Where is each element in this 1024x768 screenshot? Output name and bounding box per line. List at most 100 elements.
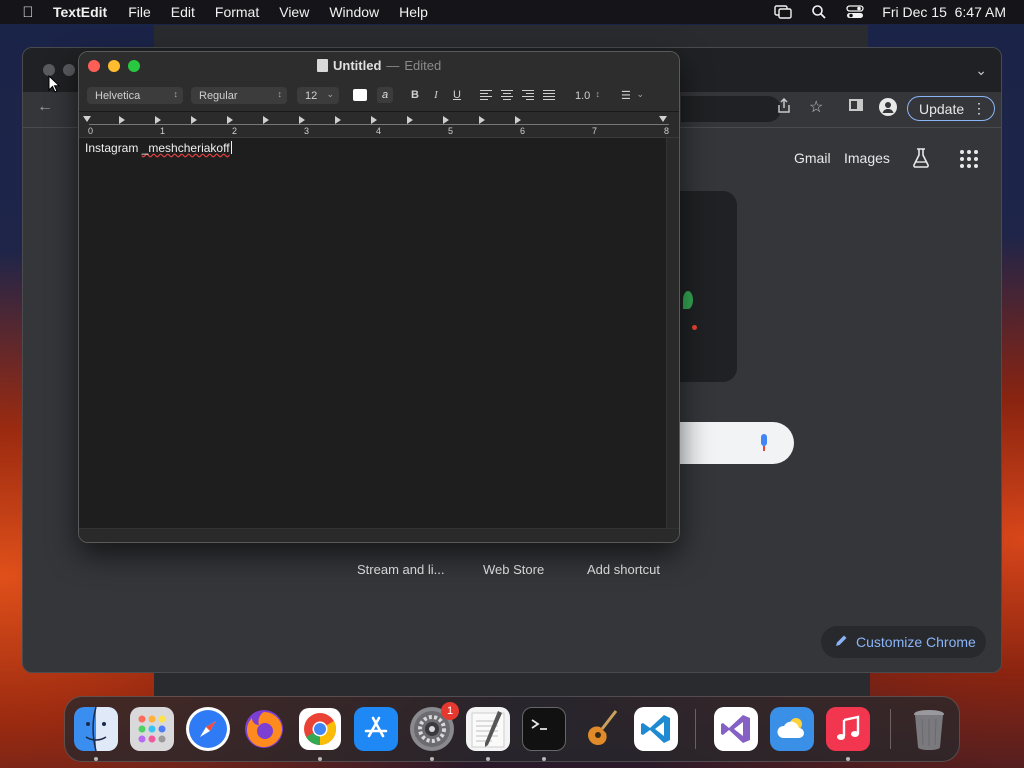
app-store-icon xyxy=(364,716,388,738)
voice-search-mic-icon[interactable] xyxy=(759,434,769,452)
menu-format[interactable]: Format xyxy=(215,4,259,20)
shortcut-add[interactable]: Add shortcut xyxy=(587,562,660,577)
underline-button[interactable]: U xyxy=(449,87,465,103)
misspelled-word[interactable]: _meshcheriakoff xyxy=(142,141,230,155)
side-panel-icon[interactable] xyxy=(849,99,863,111)
dock-vscode[interactable] xyxy=(634,707,678,751)
dock-music[interactable] xyxy=(826,707,870,751)
spotlight-search-icon[interactable] xyxy=(810,5,828,19)
menu-view[interactable]: View xyxy=(279,4,309,20)
control-center-icon[interactable] xyxy=(846,5,864,19)
share-icon[interactable] xyxy=(777,97,791,118)
menu-help[interactable]: Help xyxy=(399,4,428,20)
font-size-combo[interactable]: 12 ⌄ xyxy=(297,87,339,104)
popup-chevron-icon: ↕ xyxy=(595,89,601,99)
more-menu-icon[interactable]: ⋮ xyxy=(972,100,986,117)
ruler-number: 3 xyxy=(304,126,310,136)
vertical-scrollbar[interactable] xyxy=(666,138,679,528)
dock-launchpad[interactable] xyxy=(130,707,174,751)
dock-safari[interactable] xyxy=(186,707,230,751)
left-margin-marker[interactable] xyxy=(83,116,91,122)
shortcut-web-store[interactable]: Web Store xyxy=(483,562,544,577)
horizontal-scrollbar[interactable] xyxy=(79,528,679,542)
font-family-popup[interactable]: Helvetica ↕ xyxy=(87,87,183,104)
menu-edit[interactable]: Edit xyxy=(171,4,195,20)
dock-weather[interactable] xyxy=(770,707,814,751)
back-arrow-icon[interactable]: ← xyxy=(37,98,53,116)
tab-stop-marker[interactable] xyxy=(119,116,125,124)
bookmark-star-icon[interactable]: ☆ xyxy=(809,97,823,117)
italic-button[interactable]: I xyxy=(428,87,444,103)
dock-terminal[interactable] xyxy=(522,707,566,751)
menu-app-name[interactable]: TextEdit xyxy=(53,4,107,20)
align-left-icon[interactable] xyxy=(480,90,492,100)
menu-file[interactable]: File xyxy=(128,4,151,20)
update-button-label: Update xyxy=(919,100,965,117)
popup-chevron-icon: ↕ xyxy=(173,89,179,99)
images-link[interactable]: Images xyxy=(844,150,890,166)
dock-trash[interactable] xyxy=(907,707,951,751)
running-indicator xyxy=(318,757,322,761)
right-margin-marker[interactable] xyxy=(659,116,667,122)
tab-stop-marker[interactable] xyxy=(263,116,269,124)
ruler-tab-stops xyxy=(83,116,669,126)
line-spacing-popup[interactable]: 1.0 ↕ xyxy=(567,87,605,104)
doodle-dot-icon xyxy=(692,325,697,330)
pencil-icon xyxy=(835,634,848,650)
list-style-popup[interactable]: ☰ ⌄ xyxy=(613,87,649,104)
document-title[interactable]: Untitled xyxy=(333,58,381,73)
dock-firefox[interactable] xyxy=(242,707,286,751)
ruler-number: 8 xyxy=(664,126,670,136)
ruler-number: 4 xyxy=(376,126,382,136)
bold-button[interactable]: B xyxy=(407,87,423,103)
font-style-popup[interactable]: Regular ↕ xyxy=(191,87,287,104)
shortcut-stream[interactable]: Stream and li... xyxy=(357,562,444,577)
align-center-icon[interactable] xyxy=(501,90,513,100)
font-size-value: 12 xyxy=(305,89,318,102)
apple-icon[interactable]:  xyxy=(19,4,37,21)
textedit-close-button[interactable] xyxy=(88,60,100,72)
document-text[interactable]: Instagram _meshcheriakoff xyxy=(85,141,232,155)
tab-stop-marker[interactable] xyxy=(515,116,521,124)
menu-window[interactable]: Window xyxy=(329,4,379,20)
textedit-minimize-button[interactable] xyxy=(108,60,120,72)
dock-chrome[interactable] xyxy=(298,707,342,751)
screen-mirroring-icon[interactable] xyxy=(774,5,792,19)
dock-app-store[interactable] xyxy=(354,707,398,751)
google-apps-grid-icon[interactable] xyxy=(960,150,978,168)
textedit-zoom-button[interactable] xyxy=(128,60,140,72)
tab-stop-marker[interactable] xyxy=(155,116,161,124)
tab-search-chevron-icon[interactable]: ⌄ xyxy=(975,62,987,79)
update-button[interactable]: Update ⋮ xyxy=(907,96,995,121)
tab-stop-marker[interactable] xyxy=(371,116,377,124)
text-editing-area[interactable]: Instagram _meshcheriakoff xyxy=(79,138,666,528)
ruler[interactable]: 0 1 2 3 4 5 6 7 8 xyxy=(79,112,679,138)
labs-flask-icon[interactable] xyxy=(909,146,933,170)
tab-stop-marker[interactable] xyxy=(479,116,485,124)
chrome-minimize-button[interactable] xyxy=(63,64,75,76)
gmail-link[interactable]: Gmail xyxy=(794,150,831,166)
running-indicator xyxy=(94,757,98,761)
customize-chrome-button[interactable]: Customize Chrome xyxy=(821,626,986,658)
menu-clock[interactable]: Fri Dec 15 6:47 AM xyxy=(882,4,1006,20)
tab-stop-marker[interactable] xyxy=(299,116,305,124)
dock-garageband[interactable] xyxy=(578,707,622,751)
music-icon xyxy=(837,715,860,740)
dock-finder[interactable] xyxy=(74,707,118,751)
dock-textedit[interactable] xyxy=(466,707,510,751)
dock-visual-studio[interactable] xyxy=(714,707,758,751)
align-justify-icon[interactable] xyxy=(543,90,555,100)
text-color-swatch[interactable] xyxy=(353,89,367,101)
tab-stop-marker[interactable] xyxy=(227,116,233,124)
profile-avatar-icon[interactable] xyxy=(879,98,897,116)
highlight-color-button[interactable]: a xyxy=(377,87,393,103)
finder-icon xyxy=(74,707,118,751)
align-right-icon[interactable] xyxy=(522,90,534,100)
address-bar[interactable] xyxy=(681,96,781,122)
tab-stop-marker[interactable] xyxy=(407,116,413,124)
tab-stop-marker[interactable] xyxy=(191,116,197,124)
tab-stop-marker[interactable] xyxy=(443,116,449,124)
google-search-box[interactable] xyxy=(663,422,794,464)
tab-stop-marker[interactable] xyxy=(335,116,341,124)
dock-divider xyxy=(695,709,696,749)
